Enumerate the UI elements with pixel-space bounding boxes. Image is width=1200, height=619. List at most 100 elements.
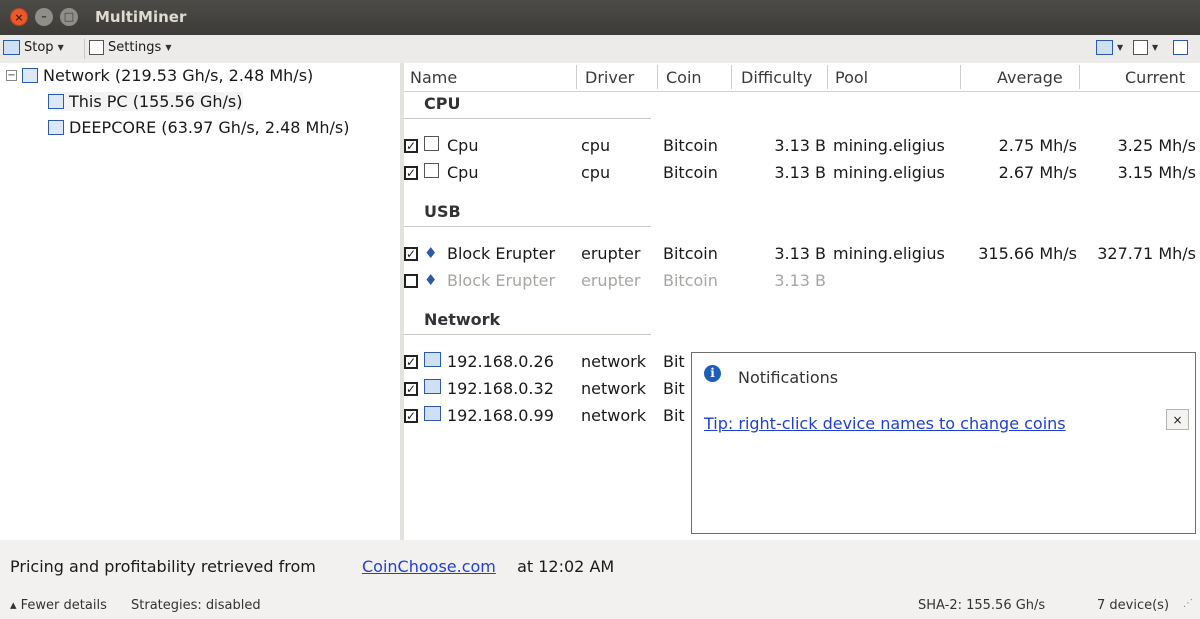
device-current: 3.25 Mh/s	[1117, 136, 1196, 155]
tree-item-deepcore[interactable]: DEEPCORE (63.97 Gh/s, 2.48 Mh/s)	[48, 118, 349, 137]
column-average[interactable]: Average	[997, 68, 1063, 87]
toolbar: Stop ▼ Settings ▼ ▼ ▼	[0, 35, 1200, 63]
device-driver: cpu	[581, 136, 611, 155]
column-divider	[827, 65, 828, 89]
notifications-panel: i Notifications Tip: right-click device …	[691, 352, 1196, 534]
device-driver: erupter	[581, 271, 641, 290]
device-average: 2.75 Mh/s	[998, 136, 1077, 155]
info-panel-button[interactable]	[1173, 40, 1188, 55]
column-difficulty[interactable]: Difficulty	[741, 68, 812, 87]
stop-label: Stop	[24, 40, 54, 55]
close-notification-button[interactable]: ×	[1166, 409, 1189, 430]
enabled-checkbox[interactable]	[404, 274, 418, 288]
device-name: 192.168.0.32	[447, 379, 554, 398]
chevron-down-icon[interactable]: ▼	[58, 43, 64, 52]
device-name: Block Erupter	[447, 271, 556, 290]
device-pool: mining.eligius	[833, 244, 945, 263]
device-current: 327.71 Mh/s	[1097, 244, 1196, 263]
device-driver: cpu	[581, 163, 611, 182]
collapse-icon[interactable]: −	[6, 70, 17, 81]
enabled-checkbox[interactable]: ✓	[404, 247, 418, 261]
group-header-network: Network	[424, 310, 501, 329]
group-header-cpu: CPU	[424, 94, 461, 113]
column-divider	[576, 65, 577, 89]
device-average: 315.66 Mh/s	[978, 244, 1077, 263]
column-divider	[731, 65, 732, 89]
device-name: Cpu	[447, 163, 479, 182]
device-driver: network	[581, 406, 646, 425]
settings-icon	[89, 40, 104, 55]
group-divider	[404, 334, 651, 335]
column-divider	[657, 65, 658, 89]
table-row[interactable]: ✓ ♦ Block Erupter erupter Bitcoin 3.13 B…	[404, 241, 1200, 267]
column-pool[interactable]: Pool	[835, 68, 868, 87]
device-coin: Bit	[663, 406, 685, 425]
settings-button[interactable]: Settings ▼	[89, 40, 171, 55]
coinchoose-link[interactable]: CoinChoose.com	[362, 557, 496, 576]
group-divider	[404, 118, 651, 119]
chevron-down-icon[interactable]: ▼	[1117, 43, 1123, 52]
pricing-suffix: at 12:02 AM	[512, 557, 615, 576]
device-coin: Bitcoin	[663, 271, 718, 290]
close-window-icon[interactable]: ×	[10, 8, 28, 26]
device-driver: network	[581, 379, 646, 398]
network-settings-button[interactable]: ▼	[1096, 40, 1123, 55]
device-difficulty: 3.13 B	[774, 271, 826, 290]
network-device-icon	[424, 379, 441, 394]
cpu-icon	[424, 136, 439, 151]
details-view-icon	[1133, 40, 1148, 55]
computer-icon	[48, 120, 64, 135]
column-current[interactable]: Current	[1125, 68, 1185, 87]
usb-icon: ♦	[424, 244, 438, 262]
tip-link[interactable]: Tip: right-click device names to change …	[704, 414, 1066, 433]
cpu-icon	[424, 163, 439, 178]
device-pool: mining.eligius	[833, 163, 945, 182]
maximize-window-icon[interactable]: □	[60, 8, 78, 26]
table-row[interactable]: ♦ Block Erupter erupter Bitcoin 3.13 B	[404, 268, 1200, 294]
tree-item-this-pc[interactable]: This PC (155.56 Gh/s)	[48, 92, 243, 111]
device-driver: network	[581, 352, 646, 371]
table-row[interactable]: ✓ Cpu cpu Bitcoin 3.13 B mining.eligius …	[404, 160, 1200, 186]
group-header-usb: USB	[424, 202, 461, 221]
stop-button[interactable]: Stop ▼	[3, 40, 64, 55]
device-average: 2.67 Mh/s	[998, 163, 1077, 182]
enabled-checkbox[interactable]: ✓	[404, 409, 418, 423]
minimize-window-icon[interactable]: –	[35, 8, 53, 26]
device-difficulty: 3.13 B	[774, 136, 826, 155]
network-icon	[3, 40, 20, 55]
pricing-info-bar: Pricing and profitability retrieved from…	[0, 540, 1200, 592]
column-name[interactable]: Name	[410, 68, 457, 87]
device-name: 192.168.0.26	[447, 352, 554, 371]
enabled-checkbox[interactable]: ✓	[404, 355, 418, 369]
device-name: Block Erupter	[447, 244, 556, 263]
device-coin: Bit	[663, 379, 685, 398]
column-coin[interactable]: Coin	[666, 68, 702, 87]
enabled-checkbox[interactable]: ✓	[404, 166, 418, 180]
computer-user-icon	[48, 94, 64, 109]
pricing-prefix: Pricing and profitability retrieved from	[10, 557, 321, 576]
chevron-down-icon[interactable]: ▼	[165, 43, 171, 52]
enabled-checkbox[interactable]: ✓	[404, 139, 418, 153]
toolbar-separator	[84, 39, 85, 59]
notifications-title: Notifications	[738, 368, 839, 387]
chevron-down-icon[interactable]: ▼	[1152, 43, 1158, 52]
fewer-details-button[interactable]: ▴ Fewer details	[10, 598, 107, 613]
settings-label: Settings	[108, 40, 162, 55]
network-settings-icon	[1096, 40, 1113, 55]
enabled-checkbox[interactable]: ✓	[404, 382, 418, 396]
network-device-icon	[424, 406, 441, 421]
title-bar: × – □ MultiMiner	[0, 0, 1200, 35]
device-coin: Bitcoin	[663, 244, 718, 263]
tree-item-label: DEEPCORE (63.97 Gh/s, 2.48 Mh/s)	[69, 118, 350, 137]
status-bar: ▴ Fewer details Strategies: disabled SHA…	[0, 592, 1200, 619]
device-current: 3.15 Mh/s	[1117, 163, 1196, 182]
table-row[interactable]: ✓ Cpu cpu Bitcoin 3.13 B mining.eligius …	[404, 133, 1200, 159]
tree-root-network[interactable]: − Network (219.53 Gh/s, 2.48 Mh/s)	[6, 66, 313, 85]
hashrate-status: SHA-2: 155.56 Gh/s	[918, 598, 1046, 613]
device-difficulty: 3.13 B	[774, 163, 826, 182]
resize-grip-icon[interactable]: ⋰	[1183, 598, 1193, 609]
view-button[interactable]: ▼	[1133, 40, 1158, 55]
device-name: Cpu	[447, 136, 479, 155]
column-driver[interactable]: Driver	[585, 68, 634, 87]
network-device-icon	[424, 352, 441, 367]
